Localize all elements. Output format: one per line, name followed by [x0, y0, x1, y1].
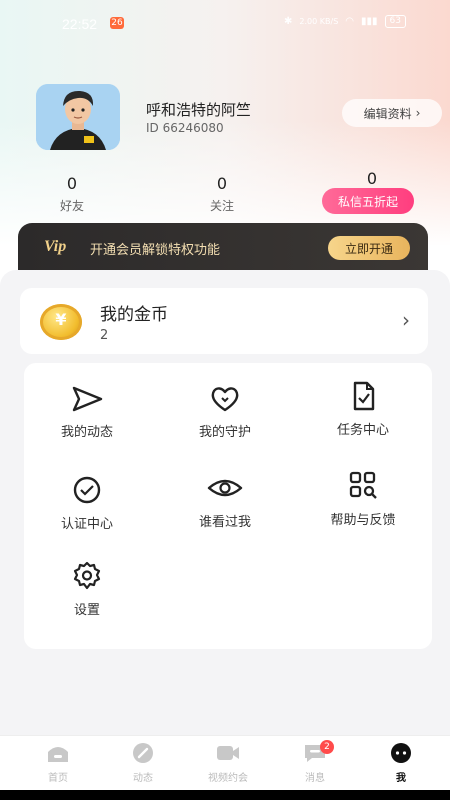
notification-badge: 26 [110, 17, 124, 29]
menu-label: 认证中心 [60, 517, 113, 532]
menu-label: 我的动态 [60, 425, 113, 440]
home-icon [48, 747, 68, 762]
edit-profile-button[interactable]: 编辑资料 › [342, 99, 442, 127]
promo-badge[interactable]: 私信五折起 [322, 188, 414, 214]
video-icon [217, 746, 239, 760]
menu-help-feedback[interactable]: 帮助与反馈 [308, 471, 418, 528]
nav-label: 消息 [305, 773, 325, 784]
verify-check-icon [73, 476, 101, 504]
chevron-right-icon: › [402, 308, 410, 332]
system-icons: ✱ 2.00 KB/S ◠ ▮▮▮ 63 [284, 15, 406, 28]
task-doc-icon [353, 381, 375, 411]
avatar-illustration [36, 84, 120, 150]
coin-symbol: ¥ [55, 310, 67, 329]
nav-messages[interactable]: 2 消息 [280, 740, 350, 784]
stat-label: 好友 [59, 199, 84, 213]
bluetooth-icon: ✱ [284, 16, 293, 27]
stat-value: 0 [66, 174, 78, 193]
vip-text: 开通会员解锁特权功能 [90, 243, 221, 258]
stat-friends[interactable]: 0 好友 [42, 175, 102, 214]
menu-my-guard[interactable]: 我的守护 [170, 385, 280, 440]
feature-grid: 我的动态 我的守护 任务中心 认证中心 谁看过我 帮助与反馈 设置 [24, 363, 432, 649]
menu-label: 我的守护 [198, 425, 251, 440]
vip-open-button[interactable]: 立即开通 [328, 236, 410, 260]
nav-label: 动态 [133, 773, 153, 784]
stat-label: 关注 [209, 199, 234, 213]
send-icon [72, 386, 103, 412]
stat-value: 0 [366, 169, 378, 188]
status-time: 22:52 [62, 16, 98, 32]
vip-banner[interactable]: Vip 开通会员解锁特权功能 立即开通 [18, 223, 428, 271]
me-icon [391, 743, 411, 763]
nav-label: 首页 [48, 773, 68, 784]
bottom-nav: 首页 动态 视频约会 2 消息 我 [0, 735, 450, 790]
message-badge: 2 [320, 740, 334, 754]
menu-label: 帮助与反馈 [330, 513, 396, 528]
menu-my-moments[interactable]: 我的动态 [32, 385, 142, 440]
battery-icon: 63 [384, 15, 406, 28]
menu-label: 谁看过我 [198, 515, 251, 530]
menu-settings[interactable]: 设置 [32, 561, 142, 618]
pen-icon [133, 743, 153, 763]
heart-icon [211, 387, 239, 412]
avatar[interactable] [36, 84, 120, 150]
menu-task-center[interactable]: 任务中心 [308, 381, 418, 438]
system-home-bar [0, 790, 450, 800]
status-bar: 22:52 26 ✱ 2.00 KB/S ◠ ▮▮▮ 63 [0, 0, 450, 40]
coin-title: 我的金币 [100, 305, 168, 325]
coin-icon: ¥ [40, 304, 82, 340]
signal-icon: ▮▮▮ [361, 16, 378, 27]
nav-video-date[interactable]: 视频约会 [193, 742, 263, 784]
nav-label: 视频约会 [208, 773, 248, 784]
nav-label: 我 [396, 773, 406, 784]
menu-label: 任务中心 [336, 423, 389, 438]
menu-label: 设置 [73, 603, 100, 618]
coin-card[interactable]: ¥ 我的金币 2 › [20, 288, 428, 354]
edit-profile-label: 编辑资料 [363, 106, 412, 121]
vip-logo: Vip [44, 238, 67, 255]
menu-who-viewed-me[interactable]: 谁看过我 [170, 473, 280, 530]
help-grid-icon [349, 471, 377, 499]
menu-verify-center[interactable]: 认证中心 [32, 475, 142, 532]
stat-value: 0 [216, 174, 228, 193]
chevron-right-icon: › [415, 106, 421, 120]
nav-me[interactable]: 我 [366, 742, 436, 784]
network-speed: 2.00 KB/S [299, 17, 339, 26]
username: 呼和浩特的阿竺 [146, 101, 252, 119]
eye-icon [207, 479, 243, 497]
stat-third[interactable]: 0 [342, 170, 402, 188]
gear-icon [73, 561, 101, 590]
user-id: ID 66246080 [146, 121, 224, 135]
coin-count: 2 [100, 328, 109, 343]
nav-home[interactable]: 首页 [23, 742, 93, 784]
stat-following[interactable]: 0 关注 [192, 175, 252, 214]
wifi-icon: ◠ [345, 16, 355, 27]
nav-moments[interactable]: 动态 [108, 742, 178, 784]
